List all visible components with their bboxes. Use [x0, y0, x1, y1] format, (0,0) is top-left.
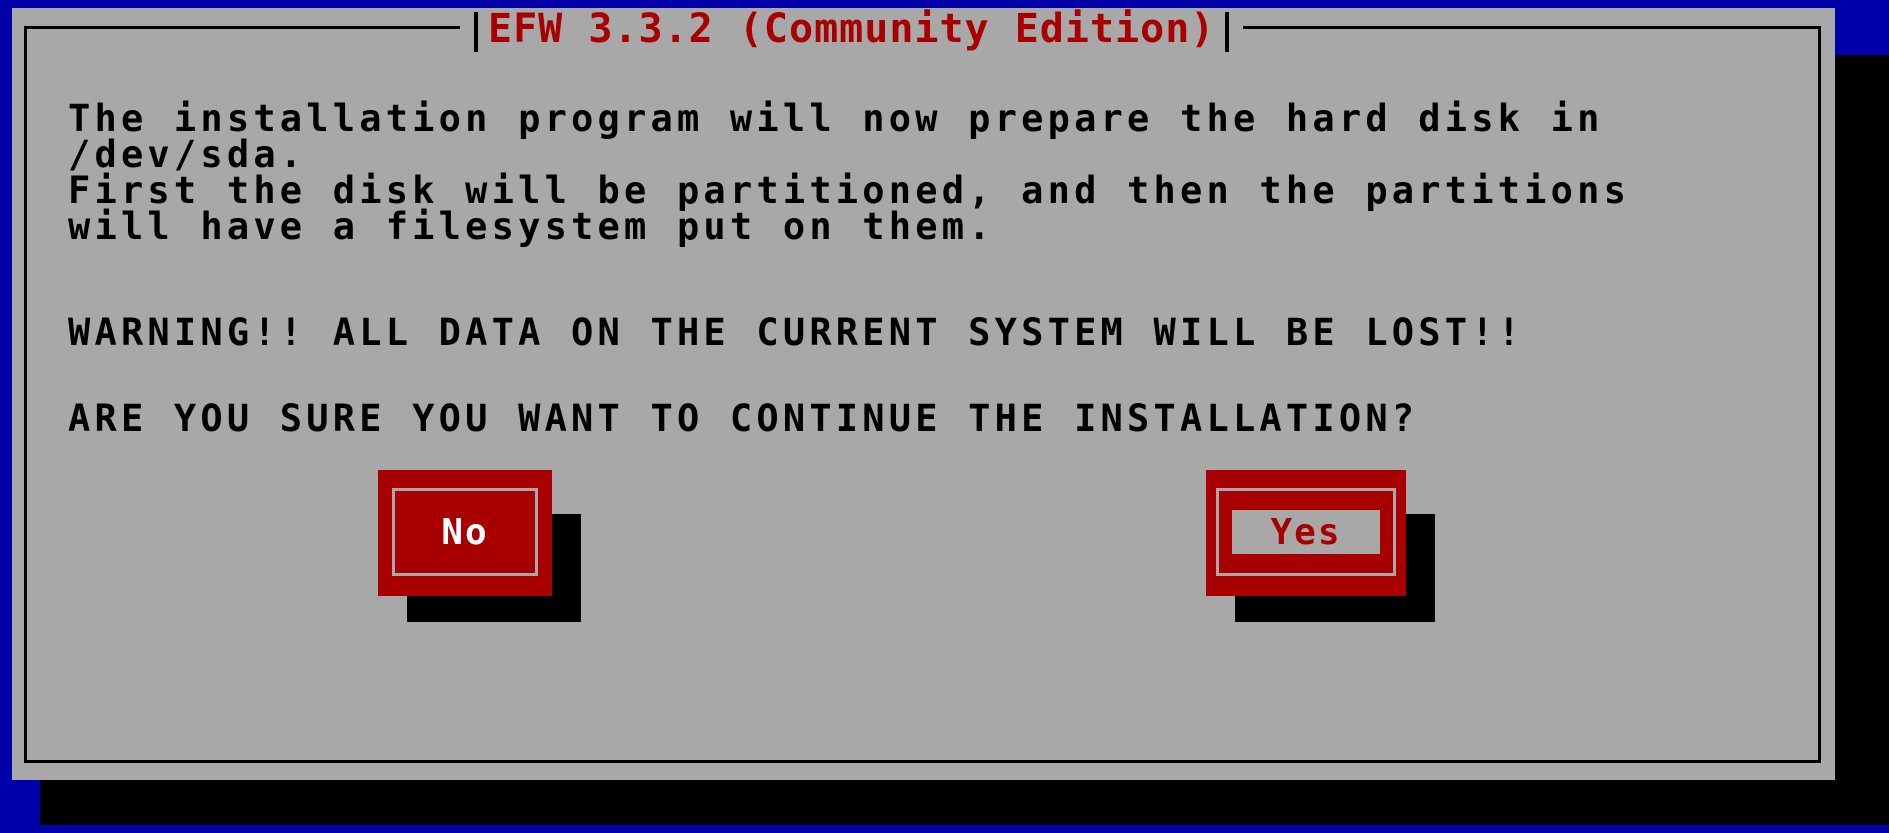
dialog-message: The installation program will now prepar… [68, 97, 1631, 248]
confirmation-question: ARE YOU SURE YOU WANT TO CONTINUE THE IN… [68, 397, 1419, 440]
no-button-label: No [441, 511, 489, 553]
dialog-title-bar: EFW 3.3.2 (Community Edition) [460, 6, 1244, 52]
yes-button-label: Yes [1232, 510, 1380, 554]
confirmation-dialog: EFW 3.3.2 (Community Edition) The instal… [12, 8, 1835, 780]
yes-button[interactable]: Yes [1206, 470, 1406, 596]
dialog-title: EFW 3.3.2 (Community Edition) [488, 6, 1216, 52]
no-button[interactable]: No [378, 470, 552, 596]
installer-screen: EFW 3.3.2 (Community Edition) The instal… [0, 0, 1889, 833]
warning-text: WARNING!! ALL DATA ON THE CURRENT SYSTEM… [68, 311, 1525, 354]
